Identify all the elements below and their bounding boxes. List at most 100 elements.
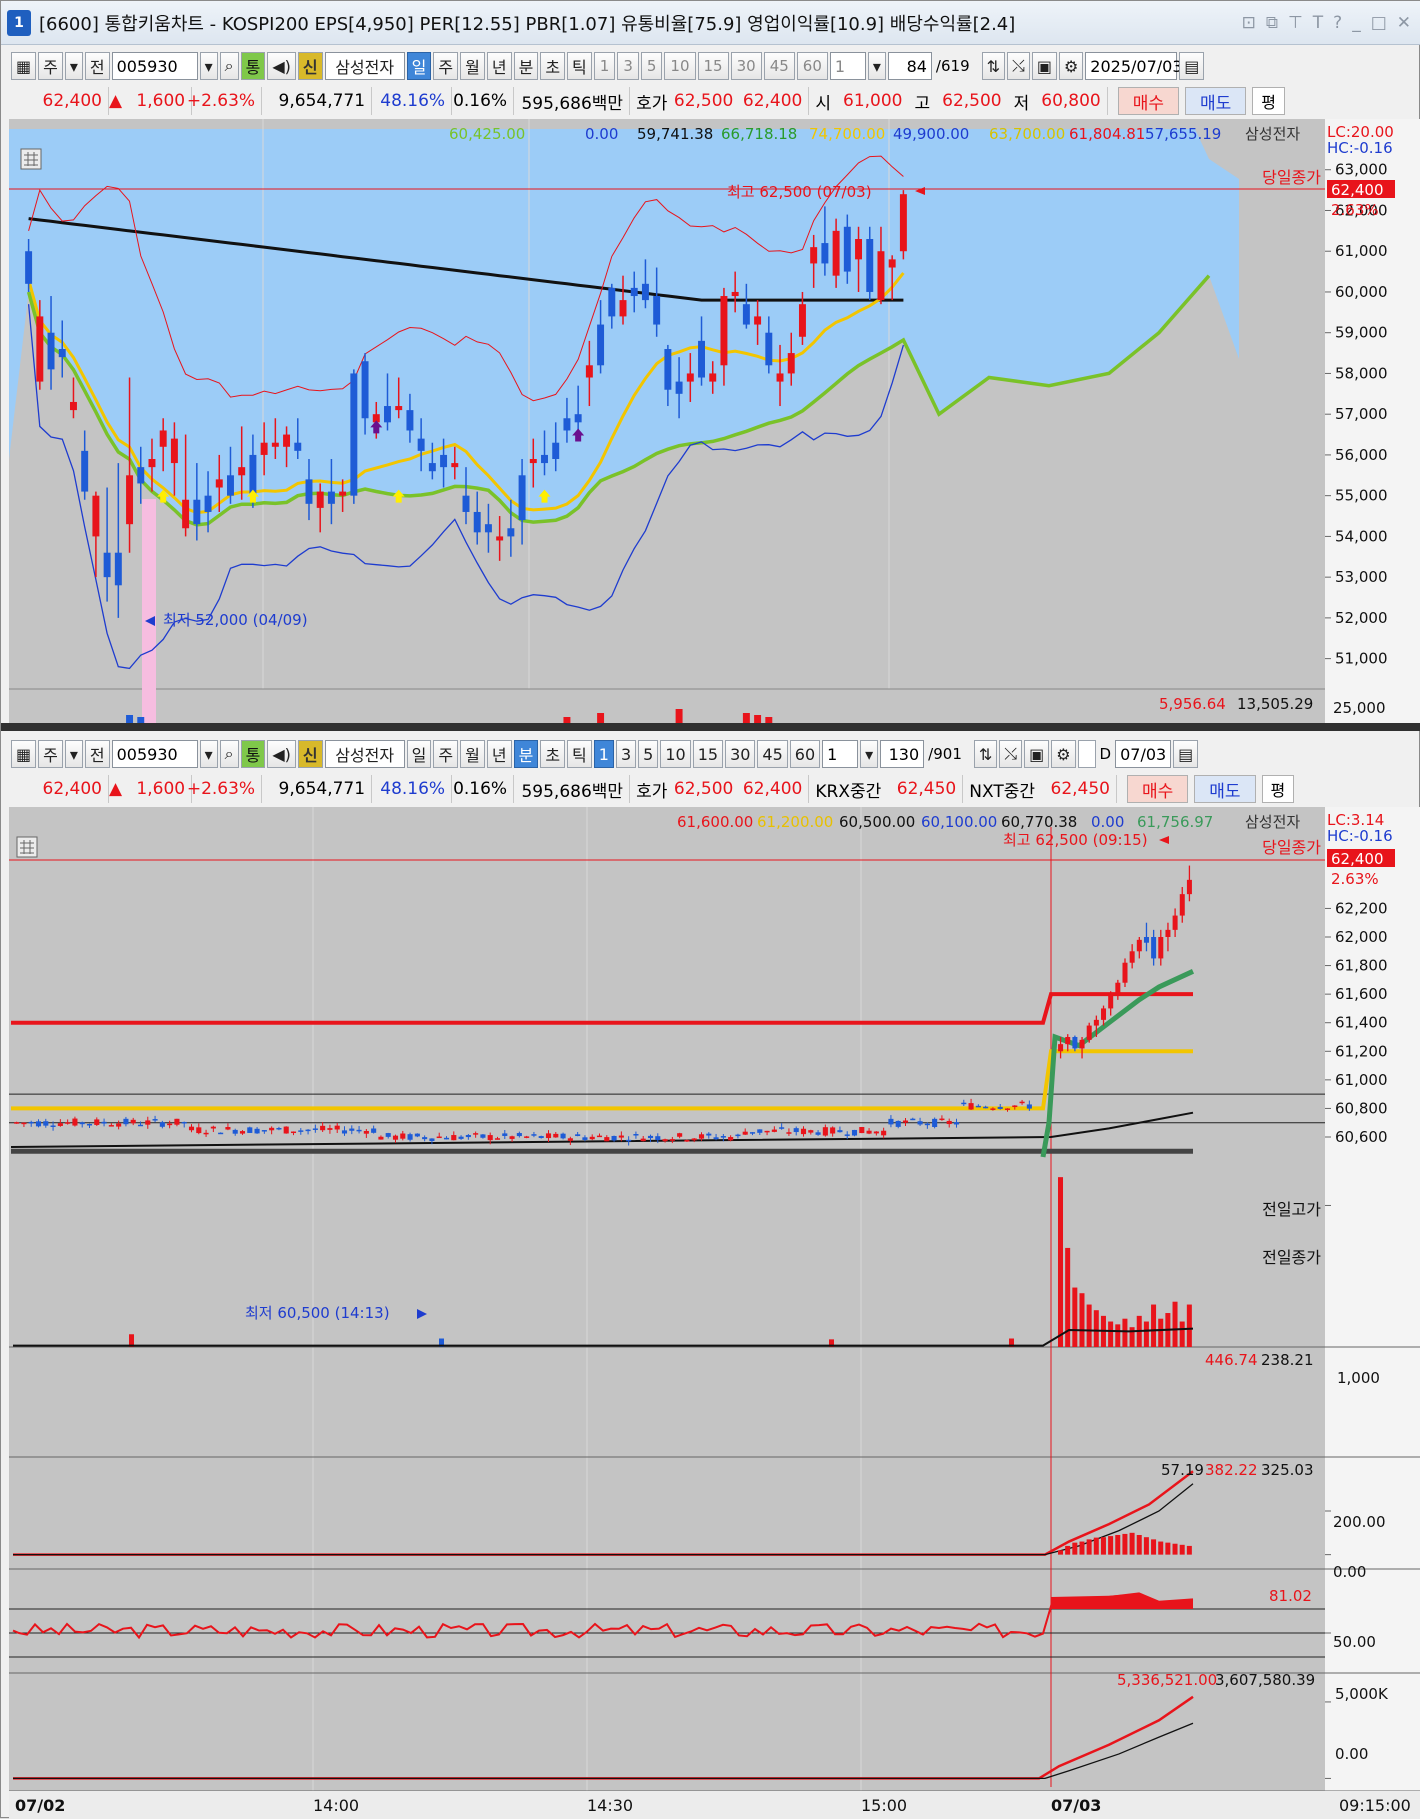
calendar-icon-2[interactable]: ▤ — [1173, 740, 1199, 768]
period-second-2[interactable]: 초 — [540, 740, 566, 768]
candle-body — [997, 1106, 1003, 1109]
minute-45-2[interactable]: 45 — [757, 740, 788, 768]
indicator-icon-2[interactable]: ⤯ — [999, 740, 1023, 768]
minute-5-2[interactable]: 5 — [638, 740, 659, 768]
market-button-2[interactable]: 전 — [84, 740, 110, 768]
minute-15[interactable]: 15 — [697, 52, 729, 80]
tong-button[interactable]: 통 — [240, 52, 266, 80]
minute-10-2[interactable]: 10 — [660, 740, 691, 768]
sound-icon-2[interactable]: ◀) — [267, 740, 296, 768]
chart-type-icon[interactable]: ▦ — [11, 52, 37, 80]
date-input[interactable]: 2025/07/03 — [1085, 52, 1183, 80]
period-day[interactable]: 일 — [406, 52, 432, 80]
candle-body — [968, 1103, 974, 1110]
period-month[interactable]: 월 — [460, 52, 485, 80]
period-second[interactable]: 초 — [540, 52, 566, 80]
candle-body — [361, 361, 369, 419]
search-icon[interactable]: ⌕ — [219, 52, 239, 80]
sell-button[interactable]: 매도 — [1185, 87, 1247, 115]
sound-icon[interactable]: ◀) — [267, 52, 296, 80]
minute-30[interactable]: 30 — [730, 52, 762, 80]
unit-input[interactable]: 1 — [829, 52, 866, 80]
sell-button-2[interactable]: 매도 — [1194, 775, 1256, 803]
period-day-2[interactable]: 일 — [406, 740, 432, 768]
minute-3-2[interactable]: 3 — [615, 740, 637, 768]
copy-icon[interactable]: ⧉ — [1266, 13, 1278, 33]
calendar-icon[interactable]: ▤ — [1179, 52, 1205, 80]
buy-button-2[interactable]: 매수 — [1126, 775, 1189, 803]
gear-icon[interactable]: ⚙ — [1058, 52, 1084, 80]
period-tick[interactable]: 틱 — [567, 52, 592, 80]
save-icon[interactable]: ▣ — [1031, 52, 1057, 80]
gear-icon-2[interactable]: ⚙ — [1051, 740, 1076, 768]
period-year[interactable]: 년 — [486, 52, 512, 80]
code-dropdown-icon-2[interactable]: ▾ — [199, 740, 218, 768]
period-minute[interactable]: 분 — [513, 52, 539, 80]
help-icon[interactable]: ? — [1333, 13, 1342, 33]
period-tick-2[interactable]: 틱 — [567, 740, 592, 768]
unit-input-2[interactable]: 1 — [822, 740, 859, 768]
period-minute-2[interactable]: 분 — [513, 740, 539, 768]
candle-body — [341, 1130, 348, 1134]
candle-body — [764, 1130, 770, 1133]
buy-button[interactable]: 매수 — [1117, 87, 1180, 115]
count-input-2[interactable]: 130 — [880, 740, 925, 768]
minute-3[interactable]: 3 — [617, 52, 639, 80]
period-month-2[interactable]: 월 — [460, 740, 485, 768]
stock-code-input[interactable]: 005930 — [111, 52, 198, 80]
minute-5[interactable]: 5 — [640, 52, 663, 80]
search-icon-2[interactable]: ⌕ — [219, 740, 239, 768]
minute-60-2[interactable]: 60 — [789, 740, 821, 768]
avg-button[interactable]: 평 — [1252, 87, 1286, 115]
save-icon-2[interactable]: ▣ — [1024, 740, 1050, 768]
indicator-icon[interactable]: ⤯ — [1007, 52, 1030, 80]
minute-1[interactable]: 1 — [593, 52, 616, 80]
volume-bar — [1115, 1324, 1121, 1347]
candle-body — [1072, 1037, 1078, 1049]
candle-body — [902, 1120, 909, 1123]
grid-toggle-icon-2[interactable] — [16, 836, 38, 858]
minimize-icon[interactable]: _ — [1352, 13, 1361, 33]
close-icon[interactable]: ✕ — [1397, 13, 1411, 33]
period-week-2[interactable]: 주 — [433, 740, 459, 768]
panel-divider[interactable] — [1, 723, 1420, 731]
font-icon[interactable]: T — [1313, 13, 1323, 33]
candle-body — [148, 459, 156, 468]
minute-60[interactable]: 60 — [796, 52, 828, 80]
volume-bar — [1186, 1304, 1192, 1347]
layout-icon[interactable]: ⊡ — [1242, 13, 1256, 33]
stock-type-select[interactable]: 주 — [38, 52, 63, 80]
minute-candle-chart[interactable]: 60,600 60,800 61,000 61,200 61,400 61,600 61,8… — [9, 807, 1420, 1819]
stock-code-input-2[interactable]: 005930 — [111, 740, 198, 768]
period-week[interactable]: 주 — [433, 52, 459, 80]
today-close-label-2: 당일종가 — [1262, 838, 1321, 857]
pin-icon[interactable]: ⊤ — [1288, 13, 1303, 33]
candle-settings-icon[interactable]: ⇅ — [981, 52, 1006, 80]
minute-10[interactable]: 10 — [664, 52, 696, 80]
unit-dropdown-icon[interactable]: ▾ — [867, 52, 886, 80]
date-input-2[interactable]: 07/03 — [1115, 740, 1172, 768]
minute-45[interactable]: 45 — [763, 52, 795, 80]
code-dropdown-icon[interactable]: ▾ — [199, 52, 218, 80]
candle-body — [1115, 982, 1121, 995]
period-year-2[interactable]: 년 — [486, 740, 512, 768]
minute-30-2[interactable]: 30 — [725, 740, 756, 768]
daily-candle-chart[interactable]: 51,000 52,000 53,000 54,000 55,000 56,000 57,0… — [9, 119, 1420, 723]
minute-15-2[interactable]: 15 — [692, 740, 724, 768]
maximize-icon[interactable]: □ — [1371, 13, 1387, 33]
market-button[interactable]: 전 — [84, 52, 110, 80]
tong-button-2[interactable]: 통 — [240, 740, 266, 768]
minute-1-2[interactable]: 1 — [593, 740, 614, 768]
candle-body — [417, 438, 425, 451]
candle-body — [1172, 915, 1178, 930]
d-checkbox[interactable] — [1077, 740, 1096, 768]
stock-type-select-2[interactable]: 주 — [38, 740, 63, 768]
avg-button-2[interactable]: 평 — [1261, 775, 1295, 803]
unit-dropdown-icon-2[interactable]: ▾ — [860, 740, 879, 768]
chart-type-icon-2[interactable]: ▦ — [11, 740, 37, 768]
grid-toggle-icon[interactable] — [20, 148, 42, 170]
dropdown-arrow-icon[interactable]: ▾ — [64, 52, 83, 80]
dropdown-arrow-icon-2[interactable]: ▾ — [64, 740, 83, 768]
candle-settings-icon-2[interactable]: ⇅ — [973, 740, 998, 768]
count-input[interactable]: 84 — [887, 52, 932, 80]
